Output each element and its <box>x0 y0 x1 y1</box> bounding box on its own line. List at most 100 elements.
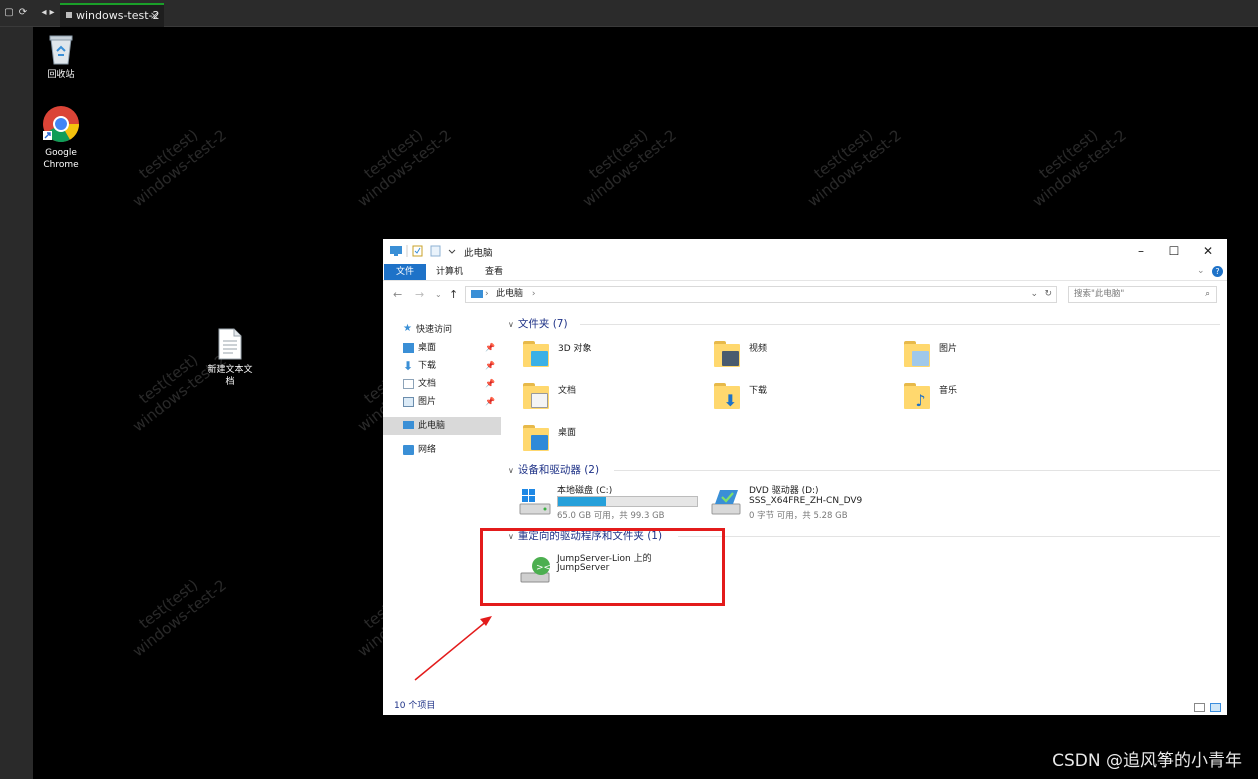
nav-item-this-pc[interactable]: 此电脑 <box>383 417 501 435</box>
folder-music[interactable]: ♪ 音乐 <box>904 381 1084 417</box>
watermark-text: test(test)windows-test-2 <box>118 562 230 661</box>
pin-icon: 📌 <box>485 343 495 352</box>
watermark-line: test(test) <box>1243 337 1258 421</box>
watermark-text: test(test)windows-test-2 <box>118 112 230 211</box>
watermark-line: windows-test-2 <box>1254 351 1258 436</box>
view-switcher <box>1189 701 1221 719</box>
annotation-arrow-icon <box>414 616 492 681</box>
folder-downloads[interactable]: ⬇ 下载 <box>714 381 894 417</box>
document-icon <box>403 379 414 389</box>
tab-next-icon[interactable]: ▸ <box>46 7 58 19</box>
status-bar: 10 个项目 <box>383 697 1227 715</box>
desktop-icon-recycle-bin[interactable]: 回收站 <box>33 33 89 81</box>
watermark-text: test(test)windows-test-2 <box>1018 112 1130 211</box>
nav-item-desktop[interactable]: 桌面 📌 <box>383 339 501 357</box>
watermark-line: windows-test-2 <box>1254 576 1258 661</box>
tab-view[interactable]: 查看 <box>477 264 511 280</box>
disk-usage-fill <box>558 497 606 506</box>
search-input[interactable]: 搜索"此电脑" ⌕ <box>1068 286 1217 303</box>
star-icon: ★ <box>403 323 412 334</box>
chrome-icon <box>43 106 80 143</box>
recent-locations-icon[interactable]: ⌄ <box>435 290 442 299</box>
group-divider <box>580 324 1220 325</box>
folder-pictures[interactable]: 图片 <box>904 339 1084 375</box>
music-folder-icon: ♪ <box>904 383 930 409</box>
breadcrumb: 此电脑 <box>496 289 524 299</box>
session-toolbar: ▢ ⟳ ◂ ▸ windows-test-2 × <box>0 0 1258 27</box>
forward-icon[interactable]: → <box>415 288 424 301</box>
watermark-text: test(test)windows-test-2 <box>1243 562 1258 660</box>
chevron-down-icon: ∨ <box>508 320 514 329</box>
tab-file[interactable]: 文件 <box>384 264 426 280</box>
nav-item-pictures[interactable]: 图片 📌 <box>383 393 501 411</box>
group-divider <box>678 536 1220 537</box>
close-button[interactable]: ✕ <box>1193 242 1223 260</box>
minimize-button[interactable]: – <box>1126 242 1156 260</box>
desktop-icon-label: 新建文本文档 <box>207 365 253 387</box>
desktop-icon-chrome[interactable]: Google Chrome <box>33 105 89 171</box>
picture-icon <box>403 397 414 407</box>
chevron-down-icon: ∨ <box>508 466 514 475</box>
computer-icon <box>471 290 483 298</box>
drive-c[interactable]: 本地磁盘 (C:) 65.0 GB 可用，共 99.3 GB <box>519 483 709 523</box>
3d-objects-folder-icon <box>523 341 549 367</box>
documents-folder-icon <box>523 383 549 409</box>
recycle-bin-icon <box>49 35 73 65</box>
address-dropdown-icon[interactable]: ⌄ <box>1030 287 1038 302</box>
drive-d[interactable]: DVD 驱动器 (D:) SSS_X64FRE_ZH-CN_DV9 0 字节 可… <box>711 483 911 523</box>
group-divider <box>614 470 1220 471</box>
search-icon: ⌕ <box>1205 289 1210 299</box>
watermark-text: test(test)windows-test-2 <box>343 112 455 211</box>
up-icon[interactable]: ↑ <box>449 288 458 301</box>
back-icon[interactable]: ← <box>393 288 402 301</box>
desktop-icon-new-text-document[interactable]: 新建文本文档 <box>202 328 258 388</box>
watermark-text: test(test)windows-test-2 <box>1243 337 1258 435</box>
network-icon <box>403 445 414 455</box>
watermark-text: test(test)windows-test-2 <box>793 112 905 211</box>
tab-computer[interactable]: 计算机 <box>428 264 471 280</box>
folder-videos[interactable]: 视频 <box>714 339 894 375</box>
session-tab[interactable]: windows-test-2 × <box>60 3 164 27</box>
breadcrumb-chevron-icon[interactable]: › <box>532 289 536 299</box>
large-icons-view-icon[interactable] <box>1210 703 1221 712</box>
folder-documents[interactable]: 文档 <box>523 381 703 417</box>
disk-usage-bar <box>557 496 698 507</box>
watermark-line: windows-test-2 <box>1254 126 1258 211</box>
folder-desktop[interactable]: 桌面 <box>523 423 703 459</box>
fullscreen-icon[interactable]: ▢ <box>3 7 15 19</box>
refresh-icon[interactable]: ⟳ <box>17 7 29 19</box>
nav-item-network[interactable]: 网络 <box>383 441 501 459</box>
nav-item-quick-access[interactable]: ★ 快速访问 <box>383 321 501 339</box>
quick-access-toolbar-icon[interactable] <box>389 244 459 258</box>
maximize-button[interactable]: ☐ <box>1159 242 1189 260</box>
highlight-box <box>480 528 725 606</box>
address-bar-row: ← → ⌄ ↑ › 此电脑 › ⌄ ↻ 搜索"此电脑" ⌕ <box>383 283 1227 307</box>
pin-icon: 📌 <box>485 361 495 370</box>
nav-item-downloads[interactable]: ⬇ 下载 📌 <box>383 357 501 375</box>
desktop-icon <box>403 343 414 353</box>
watermark-text: test(test)windows-test-2 <box>1243 112 1258 210</box>
watermark-line: test(test) <box>1243 562 1258 646</box>
help-icon[interactable]: ? <box>1212 266 1223 277</box>
nav-item-documents[interactable]: 文档 📌 <box>383 375 501 393</box>
ribbon-expand-icon[interactable]: ⌄ <box>1197 266 1205 276</box>
csdn-watermark: CSDN @追风筝的小青年 <box>1052 751 1242 771</box>
group-header-folders[interactable]: ∨ 文件夹 (7) <box>508 317 1220 331</box>
watermark-text: test(test)windows-test-2 <box>568 112 680 211</box>
folder-3d-objects[interactable]: 3D 对象 <box>523 339 703 375</box>
dvd-drive-icon <box>711 490 741 515</box>
group-header-devices[interactable]: ∨ 设备和驱动器 (2) <box>508 463 1220 477</box>
local-disk-icon <box>519 489 551 515</box>
screen: ▢ ⟳ ◂ ▸ windows-test-2 × test(test) windo… <box>0 0 1258 779</box>
address-input[interactable]: › 此电脑 › ⌄ ↻ <box>465 286 1057 303</box>
content-pane: ∨ 文件夹 (7) 3D 对象 视频 图片 文档 ⬇ 下载 ♪ 音乐 桌面 ∨ … <box>503 307 1227 697</box>
tab-close-icon[interactable]: × <box>150 5 159 27</box>
computer-icon <box>403 421 414 429</box>
watermark-line: test(test) <box>1243 112 1258 196</box>
breadcrumb-separator-icon: › <box>485 289 489 299</box>
details-view-icon[interactable] <box>1194 703 1205 712</box>
text-document-icon <box>218 328 242 360</box>
left-rail <box>0 27 35 779</box>
desktop-icon-label: 回收站 <box>47 70 75 80</box>
refresh-icon[interactable]: ↻ <box>1044 287 1052 302</box>
